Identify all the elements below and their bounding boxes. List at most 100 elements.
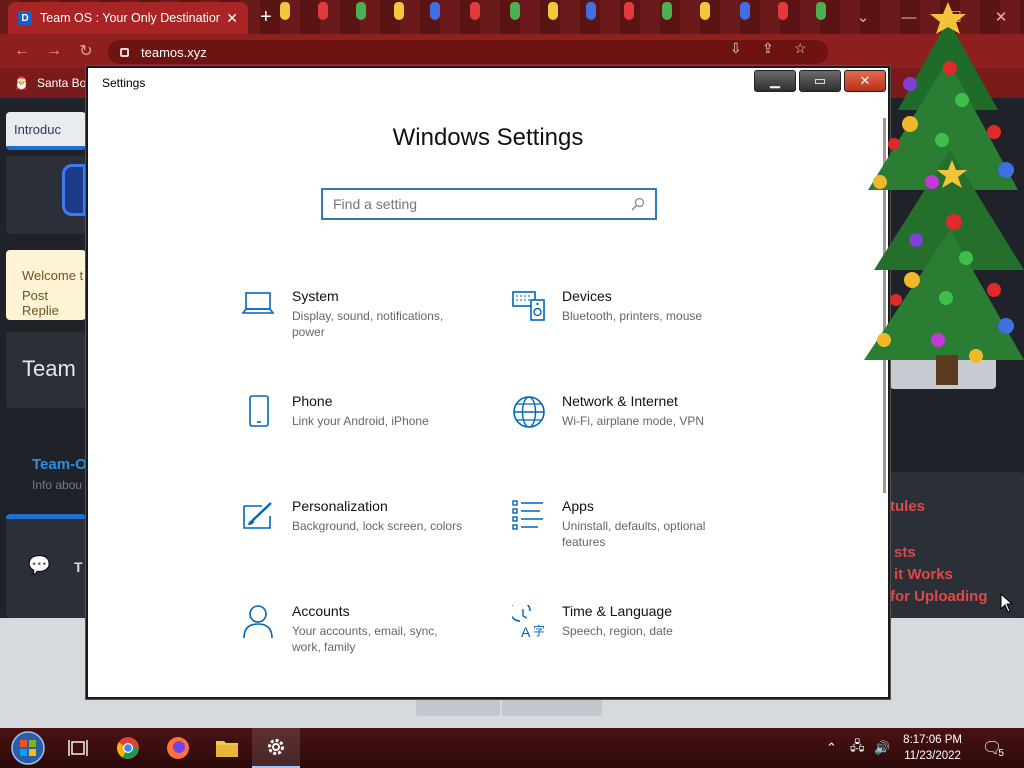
task-view-button[interactable]	[54, 728, 102, 768]
rules-link[interactable]: tules	[890, 498, 925, 515]
share-icon[interactable]: ⇪	[762, 40, 774, 64]
tile-description: Uninstall, defaults, optional features	[562, 519, 706, 549]
forum-card: 💬 T	[6, 514, 86, 618]
firefox-icon	[167, 737, 189, 759]
settings-tile-personalization[interactable]: Personalization Background, lock screen,…	[242, 498, 492, 537]
volume-icon[interactable]: 🔊	[874, 728, 890, 768]
task-view-icon	[68, 740, 88, 756]
tile-description: Link your Android, iPhone	[292, 414, 429, 428]
browser-tab-title: Team OS : Your Only Destination	[40, 11, 221, 25]
url-text: teamos.xyz	[141, 44, 207, 60]
install-icon[interactable]: ⇩	[730, 40, 742, 64]
light-bulb	[430, 2, 440, 20]
uploading-link[interactable]: for Uploading	[890, 588, 988, 605]
clock-date: 11/23/2022	[904, 750, 961, 762]
how-it-works-link[interactable]: it Works	[894, 566, 953, 583]
lock-icon	[120, 47, 129, 57]
taskbar-firefox[interactable]	[154, 728, 202, 768]
taskbar-chrome[interactable]	[104, 728, 152, 768]
light-bulb	[470, 2, 480, 20]
welcome-line-2: Post Replie	[22, 288, 59, 318]
person-icon	[243, 605, 273, 639]
team-card: Team	[6, 332, 86, 408]
tile-name: System	[292, 288, 339, 304]
light-bulb	[662, 2, 672, 20]
forum-item[interactable]: T	[74, 559, 83, 575]
paint-brush-icon	[243, 502, 272, 529]
light-bulb	[816, 2, 826, 20]
tile-name: Apps	[562, 498, 594, 514]
clock-time: 8:17:06 PM	[903, 734, 962, 746]
tile-name: Accounts	[292, 603, 350, 619]
settings-tile-phone[interactable]: Phone Link your Android, iPhone	[242, 393, 492, 432]
welcome-banner: Welcome t Post Replie	[6, 250, 86, 320]
team-heading: Team	[22, 356, 76, 381]
tile-name: Time & Language	[562, 603, 672, 619]
bookmark-favicon-icon: 🎅	[14, 76, 29, 90]
tile-name: Personalization	[292, 498, 388, 514]
search-input[interactable]	[333, 196, 631, 212]
network-icon[interactable]: 🖧	[850, 728, 865, 768]
settings-tile-network[interactable]: Network & Internet Wi-Fi, airplane mode,…	[512, 393, 762, 434]
settings-tile-system[interactable]: System Display, sound, notifications, po…	[241, 288, 492, 340]
action-center-button[interactable]: 🗨 5	[982, 728, 1004, 768]
time-language-icon: A 字	[509, 600, 545, 640]
chrome-icon	[117, 737, 139, 759]
start-button[interactable]	[4, 728, 52, 768]
notification-count: 5	[998, 747, 1004, 759]
reload-icon[interactable]: ↻	[70, 41, 102, 61]
settings-tile-accounts[interactable]: Accounts Your accounts, email, sync, wor…	[242, 603, 492, 655]
tile-name: Phone	[292, 393, 333, 409]
light-bulb	[280, 2, 290, 20]
window-title: Settings	[102, 76, 146, 90]
settings-tile-apps[interactable]: Apps Uninstall, defaults, optional featu…	[512, 498, 762, 550]
light-bulb	[740, 2, 750, 20]
browser-tab[interactable]: D Team OS : Your Only Destination ✕	[8, 2, 248, 34]
keyboard-speaker-icon	[512, 291, 545, 321]
svg-text:A: A	[521, 624, 531, 639]
new-tab-button[interactable]: +	[260, 6, 272, 29]
bookmark-item[interactable]: Santa Bo	[37, 76, 86, 90]
bookmark-star-icon[interactable]: ☆	[794, 40, 807, 64]
search-box[interactable]	[321, 188, 657, 220]
gear-icon	[268, 739, 284, 755]
forward-arrow-icon[interactable]: →	[38, 42, 70, 60]
site-logo-icon	[62, 164, 86, 216]
tile-name: Network & Internet	[562, 393, 678, 409]
show-hidden-icons-chevron-icon[interactable]: ⌃	[826, 728, 837, 768]
tile-description: Display, sound, notifications, power	[292, 309, 444, 339]
clock[interactable]: 8:17:06 PM 11/23/2022	[903, 732, 962, 764]
light-bulb	[624, 2, 634, 20]
intro-tab[interactable]: Introduc	[6, 112, 86, 150]
taskbar: ⌃ 🖧 🔊 8:17:06 PM 11/23/2022 🗨 5	[0, 728, 1024, 768]
light-bulb	[318, 2, 328, 20]
tile-description: Speech, region, date	[562, 624, 673, 638]
maximize-button[interactable]: ▭	[799, 70, 841, 92]
search-icon	[631, 197, 645, 211]
light-bulb	[778, 2, 788, 20]
page-title: Windows Settings	[392, 124, 584, 151]
taskbar-settings[interactable]	[252, 728, 300, 768]
light-bulb	[510, 2, 520, 20]
tile-description: Your accounts, email, sync, work, family	[292, 624, 438, 654]
laptop-icon	[241, 292, 275, 314]
chat-bubbles-icon: 💬	[28, 555, 51, 575]
taskbar-file-explorer[interactable]	[203, 728, 251, 768]
tile-description: Background, lock screen, colors	[292, 519, 463, 533]
svg-text:字: 字	[533, 623, 545, 638]
light-bulb	[586, 2, 596, 20]
settings-tile-devices[interactable]: Devices Bluetooth, printers, mouse	[512, 288, 762, 327]
posts-link[interactable]: sts	[894, 544, 916, 561]
settings-tile-time-language[interactable]: A 字 Time & Language Speech, region, date	[509, 600, 762, 644]
address-bar[interactable]: teamos.xyz	[108, 40, 828, 64]
back-arrow-icon[interactable]: ←	[6, 42, 38, 60]
welcome-line-1: Welcome t	[22, 268, 84, 283]
tile-description: Bluetooth, printers, mouse	[562, 309, 703, 323]
team-link[interactable]: Team-O	[32, 456, 87, 473]
light-bulb	[700, 2, 710, 20]
close-tab-icon[interactable]: ✕	[226, 10, 238, 27]
mouse-cursor-icon	[1000, 593, 1014, 613]
windows-logo-icon	[11, 731, 45, 765]
site-favicon-icon: D	[18, 11, 32, 25]
minimize-button[interactable]: ▁	[754, 70, 796, 92]
